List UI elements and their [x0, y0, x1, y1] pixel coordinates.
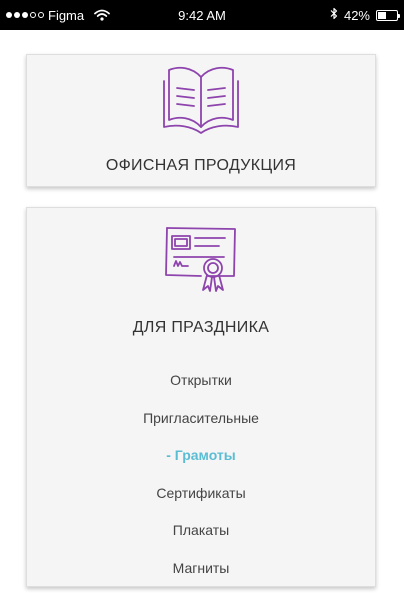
- status-bar: Figma 9:42 AM 42%: [0, 0, 404, 30]
- category-card-office[interactable]: ОФИСНАЯ ПРОДУКЦИЯ: [26, 54, 376, 187]
- category-title-office: ОФИСНАЯ ПРОДУКЦИЯ: [27, 157, 375, 175]
- submenu-item[interactable]: Сертификаты: [27, 481, 375, 519]
- category-card-holiday[interactable]: ДЛЯ ПРАЗДНИКА ОткрыткиПригласительные- Г…: [26, 207, 376, 587]
- holiday-submenu: ОткрыткиПригласительные- ГрамотыСертифик…: [27, 368, 375, 593]
- bluetooth-icon: [330, 7, 338, 23]
- submenu-item[interactable]: Пригласительные: [27, 406, 375, 444]
- certificate-icon: [161, 224, 241, 305]
- battery-fill: [378, 12, 386, 19]
- battery-icon: [376, 10, 398, 21]
- submenu-item[interactable]: Магниты: [27, 556, 375, 593]
- status-bar-right: 42%: [330, 0, 398, 30]
- category-title-holiday: ДЛЯ ПРАЗДНИКА: [27, 319, 375, 337]
- open-book-icon: [161, 63, 241, 144]
- submenu-item[interactable]: Открытки: [27, 368, 375, 406]
- submenu-item[interactable]: - Грамоты: [27, 443, 375, 481]
- clock: 9:42 AM: [178, 8, 226, 23]
- submenu-item[interactable]: Плакаты: [27, 518, 375, 556]
- battery-percent: 42%: [344, 8, 370, 23]
